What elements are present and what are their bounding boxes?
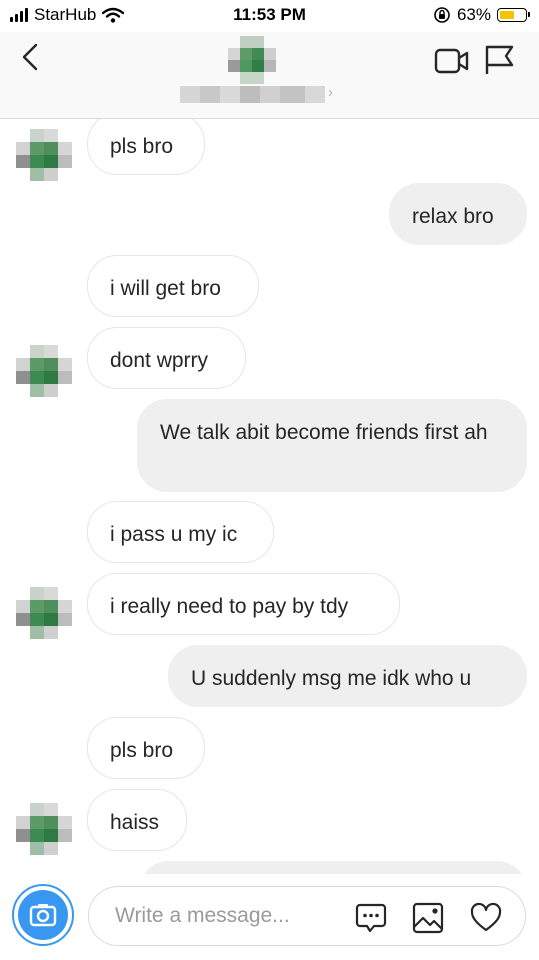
chevron-right-icon[interactable]: ›	[328, 84, 333, 101]
image-icon[interactable]	[411, 901, 445, 935]
flag-icon[interactable]	[482, 44, 516, 76]
battery-percent: 63%	[456, 5, 491, 24]
chat-header: ›	[0, 32, 539, 119]
avatar[interactable]	[228, 36, 276, 84]
message-placeholder: Write a message...	[115, 904, 290, 927]
video-call-icon[interactable]	[434, 46, 470, 76]
message-bubble[interactable]: pls bro	[87, 717, 205, 779]
status-bar: StarHub 11:53 PM 63%	[0, 0, 539, 32]
avatar[interactable]	[16, 803, 72, 855]
chevron-left-icon[interactable]	[18, 42, 44, 72]
avatar[interactable]	[16, 587, 72, 639]
camera-button[interactable]	[12, 884, 74, 946]
camera-icon	[29, 904, 57, 927]
chat-bubble-icon[interactable]	[354, 901, 388, 935]
message-input[interactable]: Write a message...	[88, 886, 526, 946]
message-bubble[interactable]: U suddenly msg me idk who u	[168, 645, 527, 707]
contact-name-pixelated[interactable]	[180, 86, 325, 103]
composer-bar: Write a message...	[0, 874, 539, 960]
avatar[interactable]	[16, 129, 72, 181]
message-bubble[interactable]: pls bro	[87, 119, 205, 175]
message-bubble[interactable]: i pass u my ic	[87, 501, 274, 563]
message-bubble[interactable]: relax bro	[389, 183, 527, 245]
avatar[interactable]	[16, 345, 72, 397]
message-thread[interactable]: pls bro relax bro i will get bro dont wp…	[0, 119, 539, 874]
message-bubble[interactable]: i will get bro	[87, 255, 259, 317]
message-bubble[interactable]: dont wprry	[87, 327, 246, 389]
message-bubble[interactable]: haiss	[87, 789, 187, 851]
orientation-lock-icon	[434, 7, 450, 23]
heart-icon[interactable]	[469, 901, 503, 935]
battery-icon	[497, 8, 530, 22]
message-bubble[interactable]: i really need to pay by tdy	[87, 573, 400, 635]
message-bubble-partial[interactable]	[139, 861, 527, 874]
message-bubble[interactable]: We talk abit become friends first ah	[137, 399, 527, 492]
